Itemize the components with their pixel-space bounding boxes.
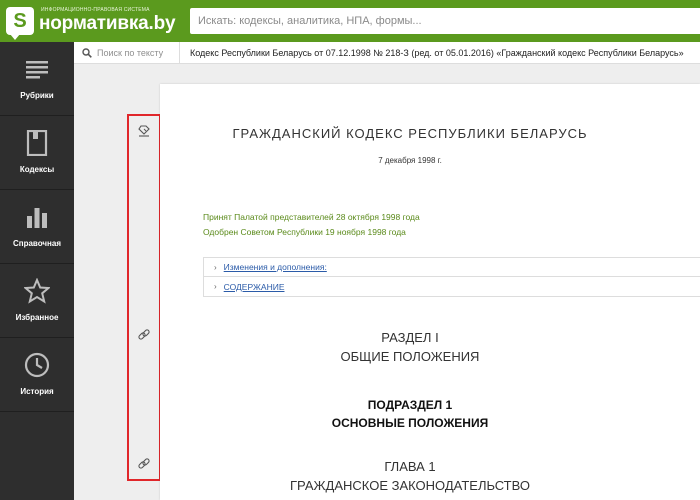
logo[interactable]: S ИНФОРМАЦИОННО-ПРАВОВАЯ СИСТЕМА нормати… xyxy=(6,6,176,40)
sidebar-item-label: Избранное xyxy=(15,313,59,322)
section-number: РАЗДЕЛ I xyxy=(381,330,439,345)
accordion-label[interactable]: Изменения и дополнения: xyxy=(224,262,327,272)
document-breadcrumb-title: Кодекс Республики Беларусь от 07.12.1998… xyxy=(190,47,684,58)
sidebar-item-codes[interactable]: Кодексы xyxy=(0,116,74,190)
menu-lines-icon xyxy=(24,56,50,82)
chapter-title: ГРАЖДАНСКОЕ ЗАКОНОДАТЕЛЬСТВО xyxy=(290,478,530,493)
sidebar-item-label: Кодексы xyxy=(19,165,55,174)
sidebar: Рубрики Кодексы Справочная Избранное Ист… xyxy=(0,42,74,500)
sidebar-item-rubrics[interactable]: Рубрики xyxy=(0,42,74,116)
document-toolbar: Поиск по тексту Кодекс Республики Белару… xyxy=(74,42,700,64)
sidebar-item-label: Рубрики xyxy=(20,91,54,100)
logo-name: нормативка.by xyxy=(39,13,176,34)
sidebar-item-history[interactable]: История xyxy=(0,338,74,412)
text-search-input[interactable]: Поиск по тексту xyxy=(74,42,180,63)
adopted-note: Принят Палатой представителей 28 октября… xyxy=(203,212,420,222)
chevron-right-icon: › xyxy=(214,282,217,291)
top-bar: S ИНФОРМАЦИОННО-ПРАВОВАЯ СИСТЕМА нормати… xyxy=(0,0,700,42)
clock-icon xyxy=(24,352,50,378)
global-search-placeholder: Искать: кодексы, аналитика, НПА, формы..… xyxy=(198,15,422,27)
chevron-right-icon: › xyxy=(214,262,217,272)
sidebar-item-label: Справочная xyxy=(12,239,62,248)
subsection-number: ПОДРАЗДЕЛ 1 xyxy=(367,398,453,412)
text-search-placeholder: Поиск по тексту xyxy=(97,47,164,58)
document-date: 7 декабря 1998 г. xyxy=(378,156,442,165)
book-icon xyxy=(24,130,50,156)
accordion-contents[interactable]: › СОДЕРЖАНИЕ xyxy=(204,277,700,296)
document-accordion: › Изменения и дополнения: › СОДЕРЖАНИЕ xyxy=(203,257,700,297)
document-title: ГРАЖДАНСКИЙ КОДЕКС РЕСПУБЛИКИ БЕЛАРУСЬ xyxy=(232,126,588,141)
bar-chart-icon xyxy=(24,204,50,230)
section-title: ОБЩИЕ ПОЛОЖЕНИЯ xyxy=(340,349,480,364)
document-page: ГРАЖДАНСКИЙ КОДЕКС РЕСПУБЛИКИ БЕЛАРУСЬ 7… xyxy=(160,84,700,500)
search-icon xyxy=(82,47,92,58)
subsection-title: ОСНОВНЫЕ ПОЛОЖЕНИЯ xyxy=(331,416,489,430)
sidebar-item-reference[interactable]: Справочная xyxy=(0,190,74,264)
accordion-label[interactable]: СОДЕРЖАНИЕ xyxy=(224,282,285,292)
star-icon xyxy=(24,278,50,304)
sidebar-item-label: История xyxy=(20,387,54,396)
global-search-input[interactable]: Искать: кодексы, аналитика, НПА, формы..… xyxy=(190,8,700,34)
sidebar-item-favorites[interactable]: Избранное xyxy=(0,264,74,338)
approved-note: Одобрен Советом Республики 19 ноября 199… xyxy=(203,227,406,237)
accordion-changes[interactable]: › Изменения и дополнения: xyxy=(204,258,700,277)
logo-mark-icon: S xyxy=(6,7,34,40)
chapter-number: ГЛАВА 1 xyxy=(384,459,436,474)
